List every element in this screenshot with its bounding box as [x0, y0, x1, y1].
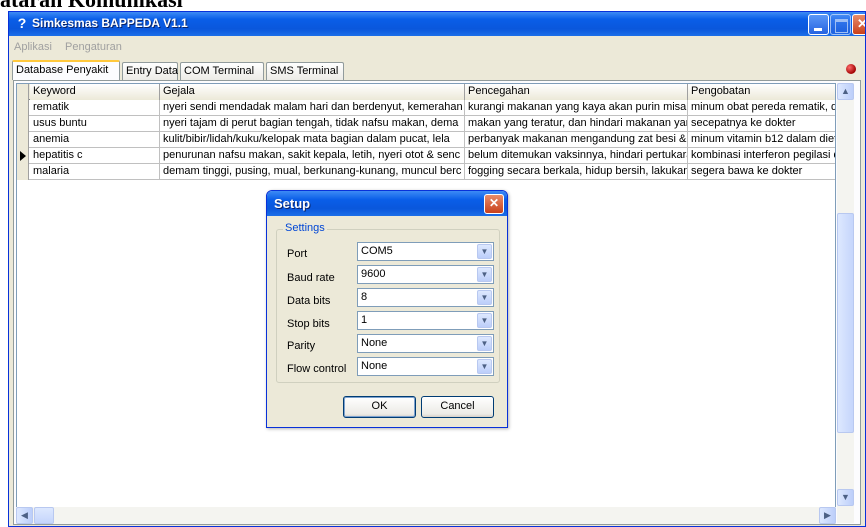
cell-pengobatan[interactable]: minum obat pereda rematik, dan sege	[688, 100, 835, 116]
chevron-down-icon[interactable]: ▼	[477, 244, 492, 259]
data-bits-label: Data bits	[287, 295, 331, 307]
column-header-pencegahan[interactable]: Pencegahan	[465, 84, 688, 100]
cell-pengobatan[interactable]: minum vitamin b12 dalam diet, jika te	[688, 132, 835, 148]
cell-keyword[interactable]: hepatitis c	[30, 148, 160, 164]
ok-button[interactable]: OK	[343, 396, 416, 418]
horizontal-scrollbar[interactable]: ◀ ▶	[16, 507, 836, 524]
baud-rate-label: Baud rate	[287, 272, 335, 284]
cell-pencegahan[interactable]: fogging secara berkala, hidup bersih, la…	[465, 164, 688, 180]
column-header-gejala[interactable]: Gejala	[160, 84, 465, 100]
table-row-current[interactable]: hepatitis c penurunan nafsu makan, sakit…	[17, 148, 835, 164]
tab-sms-terminal[interactable]: SMS Terminal	[266, 62, 344, 80]
scroll-down-icon[interactable]: ▼	[837, 489, 854, 506]
tab-database-penyakit[interactable]: Database Penyakit	[12, 60, 120, 80]
cell-pengobatan[interactable]: segera bawa ke dokter	[688, 164, 835, 180]
row-indicator[interactable]	[17, 132, 29, 148]
setup-dialog: Setup ✕ Settings Port COM5 ▼ Baud rate 9…	[266, 190, 508, 428]
chevron-down-icon[interactable]: ▼	[477, 359, 492, 374]
minimize-icon[interactable]	[808, 14, 829, 35]
vertical-scrollbar[interactable]: ▲ ▼	[837, 83, 854, 523]
cell-gejala[interactable]: nyeri sendi mendadak malam hari dan berd…	[160, 100, 465, 116]
horizontal-scroll-thumb[interactable]	[34, 507, 54, 524]
grid-header: Keyword Gejala Pencegahan Pengobatan	[17, 84, 835, 100]
cell-keyword[interactable]: malaria	[30, 164, 160, 180]
settings-groupbox: Settings Port COM5 ▼ Baud rate 9600 ▼ Da…	[276, 222, 500, 383]
parity-select[interactable]: None ▼	[357, 334, 494, 353]
cell-gejala[interactable]: nyeri tajam di perut bagian tengah, tida…	[160, 116, 465, 132]
row-indicator[interactable]	[17, 148, 29, 164]
column-header-pengobatan[interactable]: Pengobatan	[688, 84, 835, 100]
dialog-title-bar[interactable]: Setup ✕	[267, 191, 507, 216]
cell-keyword[interactable]: usus buntu	[30, 116, 160, 132]
cell-keyword[interactable]: rematik	[30, 100, 160, 116]
dialog-title: Setup	[274, 196, 311, 211]
cell-pencegahan[interactable]: kurangi makanan yang kaya akan purin mis…	[465, 100, 688, 116]
row-indicator[interactable]	[17, 116, 29, 132]
cell-gejala[interactable]: penurunan nafsu makan, sakit kepala, let…	[160, 148, 465, 164]
current-row-arrow-icon	[20, 151, 26, 161]
menu-bar: Aplikasi Pengaturan	[9, 40, 865, 56]
cell-pencegahan[interactable]: makan yang teratur, dan hindari makanan …	[465, 116, 688, 132]
maximize-icon[interactable]	[830, 14, 851, 35]
chevron-down-icon[interactable]: ▼	[477, 290, 492, 305]
table-row[interactable]: rematik nyeri sendi mendadak malam hari …	[17, 100, 835, 116]
cell-gejala[interactable]: demam tinggi, pusing, mual, berkunang-ku…	[160, 164, 465, 180]
scroll-up-icon[interactable]: ▲	[837, 83, 854, 100]
table-row[interactable]: usus buntu nyeri tajam di perut bagian t…	[17, 116, 835, 132]
scroll-left-icon[interactable]: ◀	[16, 507, 33, 524]
row-indicator-header	[17, 84, 29, 100]
column-header-keyword[interactable]: Keyword	[30, 84, 160, 100]
cell-pencegahan[interactable]: belum ditemukan vaksinnya, hindari pertu…	[465, 148, 688, 164]
row-indicator[interactable]	[17, 164, 29, 180]
chevron-down-icon[interactable]: ▼	[477, 313, 492, 328]
cell-pengobatan[interactable]: secepatnya ke dokter	[688, 116, 835, 132]
tab-strip: Database Penyakit Entry Data COM Termina…	[12, 60, 862, 80]
tab-entry-data[interactable]: Entry Data	[122, 62, 178, 80]
vertical-scroll-thumb[interactable]	[837, 213, 854, 433]
table-row[interactable]: anemia kulit/bibir/lidah/kuku/kelopak ma…	[17, 132, 835, 148]
chevron-down-icon[interactable]: ▼	[477, 336, 492, 351]
baud-rate-value: 9600	[361, 268, 386, 280]
port-label: Port	[287, 248, 308, 260]
scroll-right-icon[interactable]: ▶	[819, 507, 836, 524]
baud-rate-select[interactable]: 9600 ▼	[357, 265, 494, 284]
cancel-button[interactable]: Cancel	[421, 396, 494, 418]
tab-com-terminal[interactable]: COM Terminal	[180, 62, 264, 80]
cell-pencegahan[interactable]: perbanyak makanan mengandung zat besi & …	[465, 132, 688, 148]
close-icon[interactable]	[852, 14, 865, 35]
question-mark-icon: ?	[17, 15, 27, 31]
dialog-close-icon[interactable]: ✕	[484, 194, 504, 214]
window-title: Simkesmas BAPPEDA V1.1	[32, 16, 188, 30]
data-bits-value: 8	[361, 291, 368, 303]
stop-bits-select[interactable]: 1 ▼	[357, 311, 494, 330]
settings-group-label: Settings	[283, 222, 327, 234]
parity-label: Parity	[287, 340, 316, 352]
parity-value: None	[361, 337, 388, 349]
cell-keyword[interactable]: anemia	[30, 132, 160, 148]
record-indicator-icon	[846, 64, 856, 74]
title-bar[interactable]: ? Simkesmas BAPPEDA V1.1	[9, 12, 865, 36]
table-row[interactable]: malaria demam tinggi, pusing, mual, berk…	[17, 164, 835, 180]
cell-gejala[interactable]: kulit/bibir/lidah/kuku/kelopak mata bagi…	[160, 132, 465, 148]
port-value: COM5	[361, 245, 393, 257]
cell-pengobatan[interactable]: kombinasi interferon pegilasi dan oba	[688, 148, 835, 164]
flow-control-value: None	[361, 360, 388, 372]
menu-aplikasi[interactable]: Aplikasi	[14, 41, 52, 53]
flow-control-label: Flow control	[287, 363, 347, 375]
stop-bits-label: Stop bits	[287, 318, 330, 330]
menu-pengaturan[interactable]: Pengaturan	[65, 41, 122, 53]
data-bits-select[interactable]: 8 ▼	[357, 288, 494, 307]
flow-control-select[interactable]: None ▼	[357, 357, 494, 376]
chevron-down-icon[interactable]: ▼	[477, 267, 492, 282]
port-select[interactable]: COM5 ▼	[357, 242, 494, 261]
row-indicator[interactable]	[17, 100, 29, 116]
stop-bits-value: 1	[361, 314, 368, 326]
